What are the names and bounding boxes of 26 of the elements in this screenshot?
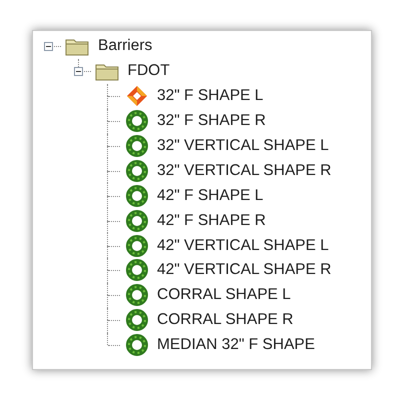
ring-icon	[124, 184, 148, 208]
collapse-button[interactable]	[74, 66, 82, 76]
tree-item-label[interactable]: MEDIAN 32" F SHAPE	[157, 336, 315, 354]
ring-icon	[124, 234, 148, 258]
diamond-icon	[124, 84, 148, 108]
tree-item-label[interactable]: CORRAL SHAPE L	[157, 286, 291, 304]
tree-item-label[interactable]: 32" VERTICAL SHAPE L	[157, 137, 329, 155]
tree-item-label[interactable]: 42" F SHAPE L	[157, 186, 264, 205]
ring-icon	[124, 283, 148, 308]
ring-icon	[124, 308, 148, 332]
ring-icon	[124, 158, 148, 183]
tree-item-label[interactable]: CORRAL SHAPE R	[157, 311, 294, 330]
tree-item-label[interactable]: 32" F SHAPE R	[157, 112, 266, 130]
tree-item-label[interactable]: 32" VERTICAL SHAPE R	[157, 162, 332, 180]
folder-label[interactable]: Barriers	[98, 37, 152, 56]
ring-icon	[124, 134, 148, 158]
ring-icon	[124, 208, 148, 233]
collapse-button[interactable]	[44, 42, 53, 51]
ring-icon	[124, 333, 148, 358]
tree-item-label[interactable]: 32" F SHAPE L	[157, 87, 264, 106]
ring-icon	[124, 258, 148, 282]
tree-item-label[interactable]: 42" VERTICAL SHAPE L	[157, 236, 329, 255]
folder-label[interactable]: FDOT	[128, 62, 170, 80]
tree-item-label[interactable]: 42" F SHAPE R	[157, 212, 266, 230]
tree-item-label[interactable]: 42" VERTICAL SHAPE R	[157, 261, 332, 280]
ring-icon	[124, 109, 148, 134]
